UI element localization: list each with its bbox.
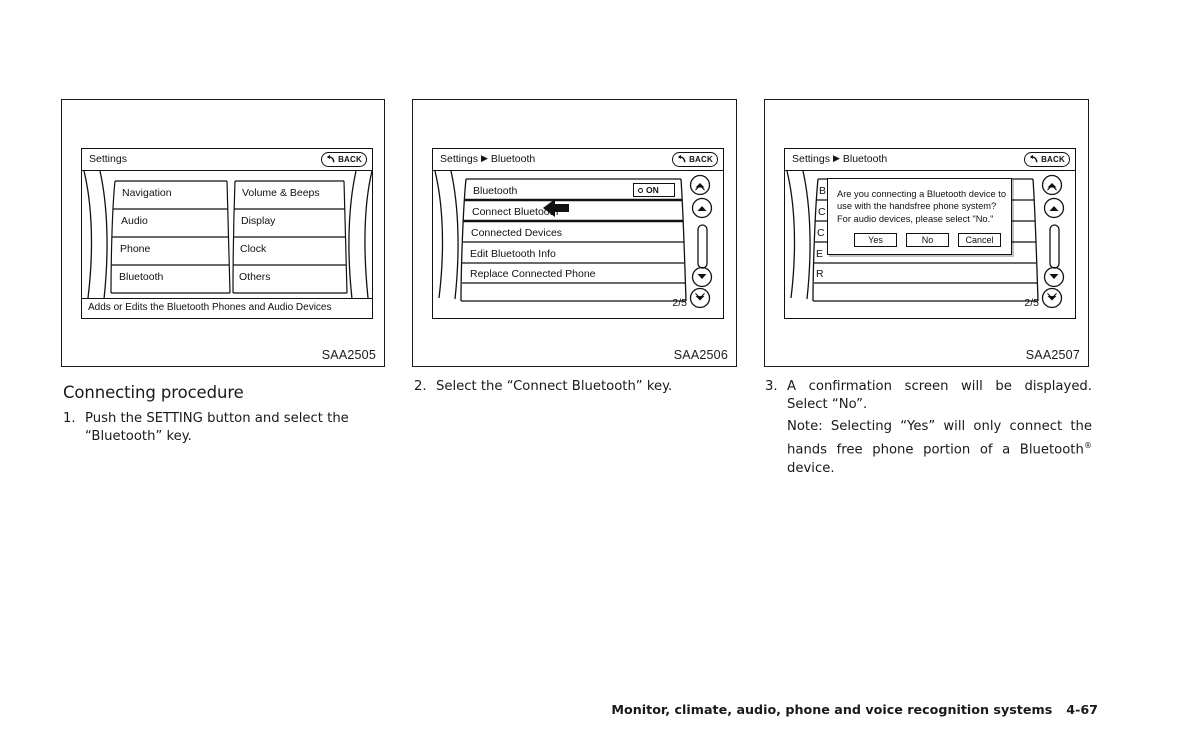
scroll-thumb xyxy=(697,224,708,269)
back-button[interactable]: BACK xyxy=(672,152,718,167)
screen-titlebar: Settings ▶ Bluetooth BACK xyxy=(433,149,723,171)
scroll-thumb xyxy=(1049,224,1060,269)
dialog-message-line-3: For audio devices, please select "No." xyxy=(837,213,994,224)
screen-statusbar: Adds or Edits the Bluetooth Phones and A… xyxy=(82,298,372,318)
back-button-label: BACK xyxy=(338,154,362,164)
back-button-label: BACK xyxy=(689,154,713,164)
breadcrumb-caret-icon: ▶ xyxy=(832,153,840,163)
scroll-top-button xyxy=(689,174,711,196)
breadcrumb-caret-icon: ▶ xyxy=(480,153,488,163)
scroll-top-button xyxy=(1041,174,1063,196)
screen-titlebar: Settings BACK xyxy=(82,149,372,171)
page-indicator: 2/5 xyxy=(672,297,687,309)
step-1: 1. Push the SETTING button and select th… xyxy=(63,410,393,447)
list-item-connected-devices[interactable]: Connected Devices xyxy=(471,227,562,239)
dialog-message-line-2: use with the handsfree phone system? xyxy=(837,201,997,212)
page-indicator: 2/5 xyxy=(1024,297,1039,309)
menu-item-navigation[interactable]: Navigation xyxy=(122,187,172,199)
step-3-text: A confirmation screen will be displayed.… xyxy=(787,379,1092,413)
back-button-label: BACK xyxy=(1041,154,1065,164)
screen-title: Settings ▶ Bluetooth xyxy=(792,153,887,165)
step-2-text: Select the “Connect Bluetooth” key. xyxy=(436,379,673,394)
step-1-number: 1. xyxy=(63,411,76,426)
manual-page: Settings BACK Navigation Audio Phone Blu… xyxy=(0,0,1200,741)
menu-item-volume-beeps[interactable]: Volume & Beeps xyxy=(242,187,320,199)
statusbar-text: Adds or Edits the Bluetooth Phones and A… xyxy=(88,302,332,313)
scroll-down-button xyxy=(691,266,713,288)
step-2-number: 2. xyxy=(414,379,427,394)
confirmation-dialog: Are you connecting a Bluetooth device to… xyxy=(827,178,1012,255)
step-3-number: 3. xyxy=(765,379,778,394)
dialog-message: Are you connecting a Bluetooth device to… xyxy=(837,188,1007,225)
dialog-yes-button[interactable]: Yes xyxy=(854,233,897,247)
scroll-bottom-button xyxy=(1041,287,1063,309)
back-arrow-icon xyxy=(1029,154,1038,163)
figure-saa2506: Settings ▶ Bluetooth BACK Bluetooth Connec… xyxy=(412,99,737,367)
section-title: Connecting procedure xyxy=(63,383,244,402)
back-button[interactable]: BACK xyxy=(321,152,367,167)
screen-title: Settings ▶ Bluetooth xyxy=(440,153,535,165)
note-part-2: device. xyxy=(787,460,835,476)
nav-screen-bluetooth-list: Settings ▶ Bluetooth BACK Bluetooth Connec… xyxy=(432,148,724,319)
list-item-bluetooth[interactable]: Bluetooth xyxy=(473,185,517,197)
nav-screen-settings: Settings BACK Navigation Audio Phone Blu… xyxy=(81,148,373,319)
title-root: Settings xyxy=(792,153,830,165)
menu-item-bluetooth[interactable]: Bluetooth xyxy=(119,271,163,283)
back-arrow-icon xyxy=(677,154,686,163)
footer-page-number: 4-67 xyxy=(1066,702,1098,717)
title-leaf: Bluetooth xyxy=(490,153,536,165)
figure-code: SAA2506 xyxy=(673,348,728,362)
figure-saa2507: Settings ▶ Bluetooth BACK B C C E R Are … xyxy=(764,99,1089,367)
footer-chapter: Monitor, climate, audio, phone and voice… xyxy=(611,702,1053,717)
list-item-edit-bluetooth-info[interactable]: Edit Bluetooth Info xyxy=(470,248,556,260)
step-2: 2. Select the “Connect Bluetooth” key. xyxy=(414,378,734,396)
toggle-indicator-icon xyxy=(638,187,643,193)
scroll-bottom-button xyxy=(689,287,711,309)
screen-titlebar: Settings ▶ Bluetooth BACK xyxy=(785,149,1075,171)
step-3: 3. A confirmation screen will be display… xyxy=(765,378,1092,415)
screen-title: Settings xyxy=(89,153,127,165)
obscured-list-item-3: C xyxy=(817,227,825,239)
note-part-1: Note: Selecting “Yes” will only connect … xyxy=(787,419,1092,458)
toggle-label: ON xyxy=(646,184,659,195)
title-root: Settings xyxy=(440,153,478,165)
figure-code: SAA2505 xyxy=(321,348,376,362)
title-leaf: Bluetooth xyxy=(842,153,888,165)
scroll-down-button xyxy=(1043,266,1065,288)
perspective-guides xyxy=(83,170,372,300)
list-item-connect-bluetooth[interactable]: Connect Bluetooth xyxy=(472,206,558,218)
registered-trademark-icon: ® xyxy=(1083,440,1092,451)
back-arrow-icon xyxy=(326,154,335,163)
dialog-message-line-1: Are you connecting a Bluetooth device to xyxy=(837,189,1007,199)
menu-item-audio[interactable]: Audio xyxy=(121,215,148,227)
dialog-cancel-button[interactable]: Cancel xyxy=(958,233,1001,247)
obscured-list-item-1: B xyxy=(819,185,827,197)
obscured-list-item-5: R xyxy=(816,268,824,280)
back-button[interactable]: BACK xyxy=(1024,152,1070,167)
obscured-list-item-4: E xyxy=(816,248,824,260)
step-3-note-text: Note: Selecting “Yes” will only connect … xyxy=(787,418,1092,478)
menu-item-phone[interactable]: Phone xyxy=(120,243,150,255)
menu-item-others[interactable]: Others xyxy=(239,271,271,283)
menu-item-display[interactable]: Display xyxy=(241,215,275,227)
menu-item-clock[interactable]: Clock xyxy=(240,243,266,255)
nav-screen-confirmation: Settings ▶ Bluetooth BACK B C C E R Are … xyxy=(784,148,1076,319)
scroll-up-button xyxy=(691,197,713,219)
step-1-text: Push the SETTING button and select the “… xyxy=(85,411,349,445)
page-footer: Monitor, climate, audio, phone and voice… xyxy=(611,702,1098,717)
obscured-list-item-2: C xyxy=(818,206,826,218)
bluetooth-on-toggle[interactable]: ON xyxy=(633,183,675,197)
figure-saa2505: Settings BACK Navigation Audio Phone Blu… xyxy=(61,99,385,367)
scroll-up-button xyxy=(1043,197,1065,219)
dialog-button-row: Yes No Cancel xyxy=(854,233,1001,247)
step-3-note: Note: Selecting “Yes” will only connect … xyxy=(765,418,1092,478)
dialog-no-button[interactable]: No xyxy=(906,233,949,247)
figure-code: SAA2507 xyxy=(1025,348,1080,362)
list-item-replace-connected-phone[interactable]: Replace Connected Phone xyxy=(470,268,596,280)
